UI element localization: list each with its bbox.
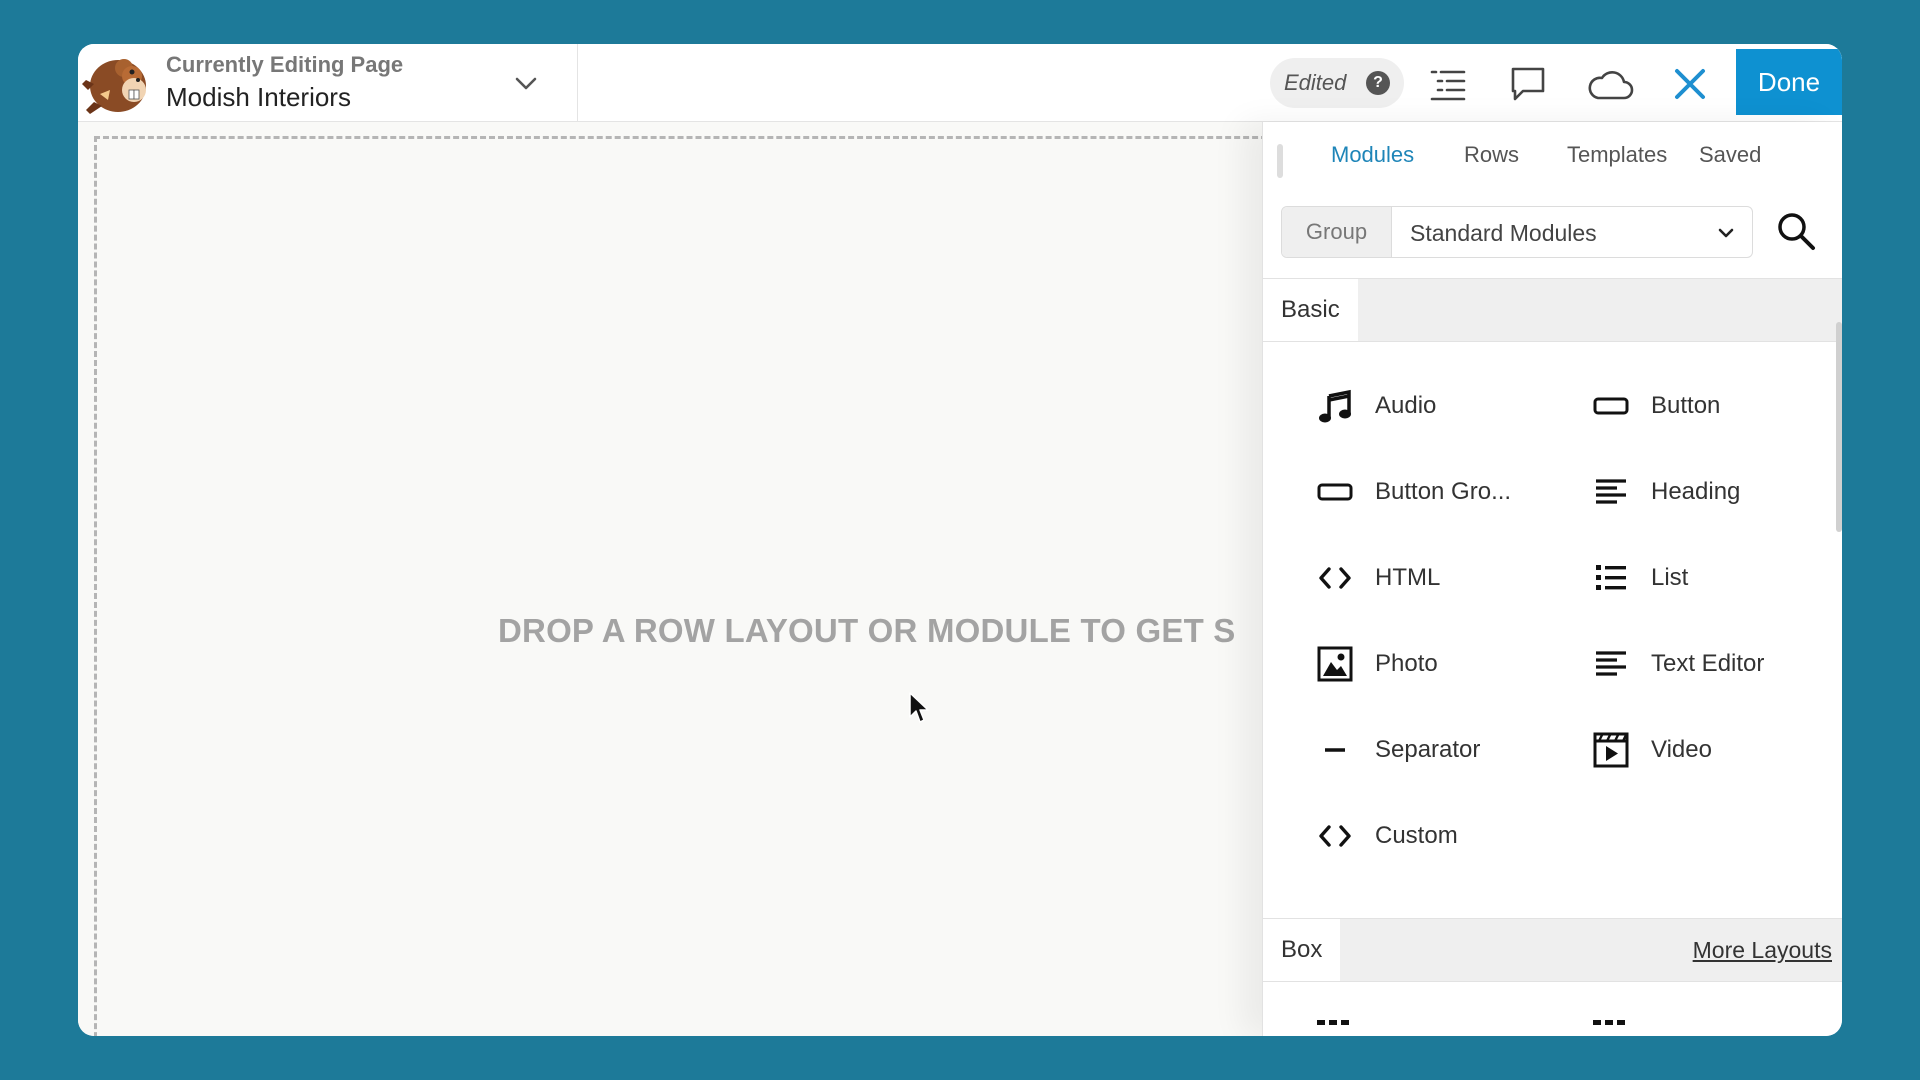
page-canvas[interactable]: DROP A ROW LAYOUT OR MODULE TO GET S — [78, 122, 1294, 1036]
module-button-group[interactable]: Button Gro... — [1317, 472, 1511, 512]
module-separator[interactable]: Separator — [1317, 730, 1480, 770]
group-select[interactable]: Group Standard Modules — [1281, 206, 1753, 258]
section-header-basic: Basic — [1263, 278, 1842, 342]
module-list[interactable]: List — [1593, 558, 1688, 598]
done-button[interactable]: Done — [1736, 49, 1842, 115]
panel-tabs: Modules Rows Templates Saved — [1263, 142, 1842, 182]
editing-label: Currently Editing Page — [166, 52, 404, 77]
tab-modules[interactable]: Modules — [1331, 142, 1414, 168]
module-video[interactable]: Video — [1593, 730, 1712, 770]
module-label: Separator — [1375, 736, 1481, 763]
code-icon — [1319, 567, 1351, 589]
module-label: Button Gro... — [1375, 478, 1512, 505]
box-layout-icon — [1593, 1020, 1625, 1025]
search-icon[interactable] — [1775, 210, 1817, 252]
code-icon — [1319, 825, 1351, 847]
group-value: Standard Modules — [1410, 220, 1597, 246]
top-bar: Currently Editing Page Modish Interiors … — [78, 44, 1842, 122]
comment-icon[interactable] — [1508, 64, 1548, 104]
module-custom[interactable]: Custom — [1317, 816, 1458, 856]
module-label: Button — [1651, 392, 1721, 419]
beaver-logo-icon — [82, 59, 146, 114]
photo-icon — [1317, 646, 1353, 682]
section-label-basic: Basic — [1263, 279, 1358, 341]
module-label: Text Editor — [1651, 650, 1765, 677]
module-label: Heading — [1651, 478, 1741, 505]
builder-window: Currently Editing Page Modish Interiors … — [78, 44, 1842, 1036]
text-editor-icon — [1596, 651, 1626, 676]
video-icon — [1593, 732, 1629, 768]
content-panel: Modules Rows Templates Saved Group Stand… — [1262, 122, 1842, 1036]
group-label: Group — [1282, 207, 1392, 257]
panel-scrollbar[interactable] — [1836, 322, 1842, 532]
close-icon[interactable] — [1672, 66, 1708, 102]
module-label: Audio — [1375, 392, 1437, 419]
module-html[interactable]: HTML — [1317, 558, 1440, 598]
page-selector[interactable]: Currently Editing Page Modish Interiors — [78, 44, 578, 122]
chevron-down-icon[interactable] — [512, 70, 540, 98]
box-layout-icon — [1317, 1020, 1349, 1025]
mouse-cursor-icon — [909, 692, 929, 723]
drop-zone[interactable] — [94, 136, 1294, 1036]
heading-icon — [1596, 479, 1626, 504]
module-text-editor[interactable]: Text Editor — [1593, 644, 1764, 684]
help-icon[interactable]: ? — [1366, 71, 1390, 95]
module-label: Video — [1651, 736, 1712, 763]
button-icon — [1593, 397, 1629, 415]
module-label: Custom — [1375, 822, 1458, 849]
drop-zone-message: DROP A ROW LAYOUT OR MODULE TO GET S — [498, 612, 1236, 649]
page-title: Modish Interiors — [166, 82, 351, 112]
section-label-box: Box — [1263, 919, 1341, 981]
list-icon — [1596, 565, 1626, 590]
edited-status-badge[interactable]: Edited ? — [1270, 58, 1404, 108]
cloud-icon[interactable] — [1586, 64, 1634, 104]
module-heading[interactable]: Heading — [1593, 472, 1740, 512]
module-button[interactable]: Button — [1593, 386, 1720, 426]
tab-rows[interactable]: Rows — [1464, 142, 1519, 168]
module-photo[interactable]: Photo — [1317, 644, 1438, 684]
chevron-down-icon — [1718, 228, 1734, 238]
module-label: HTML — [1375, 564, 1441, 591]
tab-templates[interactable]: Templates — [1567, 142, 1667, 168]
button-group-icon — [1317, 483, 1353, 501]
module-label: List — [1651, 564, 1689, 591]
edited-label: Edited — [1284, 70, 1347, 95]
outline-icon[interactable] — [1428, 64, 1468, 104]
music-note-icon — [1319, 389, 1351, 423]
more-layouts-link[interactable]: More Layouts — [1693, 937, 1832, 964]
module-label: Photo — [1375, 650, 1438, 677]
section-header-box: Box More Layouts — [1263, 918, 1842, 982]
separator-icon — [1325, 748, 1345, 752]
module-audio[interactable]: Audio — [1317, 386, 1436, 426]
tab-saved[interactable]: Saved — [1699, 142, 1761, 168]
